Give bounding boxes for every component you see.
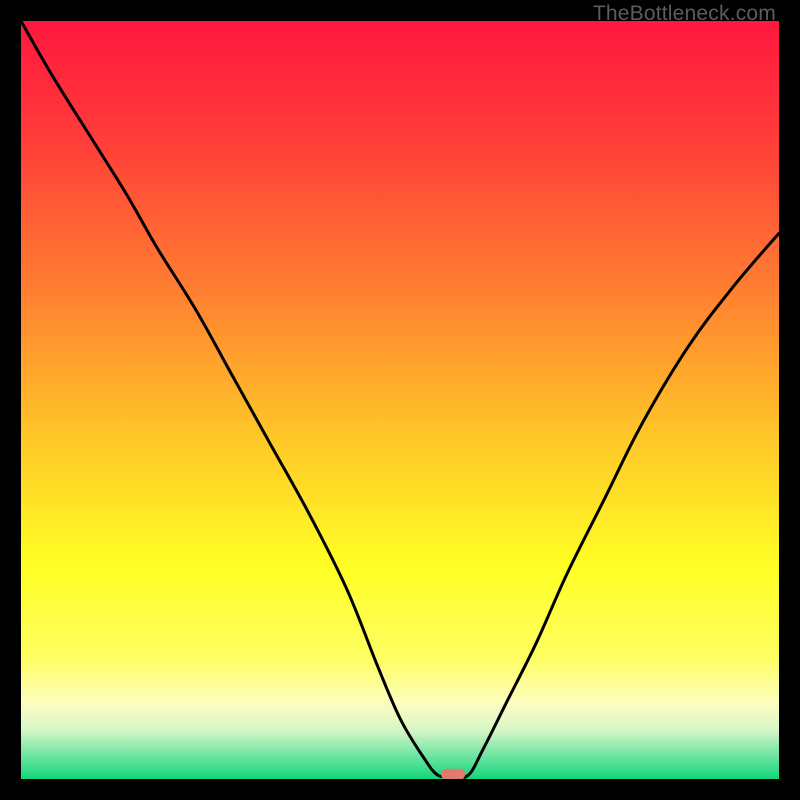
optimal-marker: [441, 769, 465, 779]
watermark-text: TheBottleneck.com: [593, 2, 776, 26]
chart-frame: [21, 21, 779, 779]
gradient-background: [21, 21, 779, 779]
bottleneck-chart: [21, 21, 779, 779]
